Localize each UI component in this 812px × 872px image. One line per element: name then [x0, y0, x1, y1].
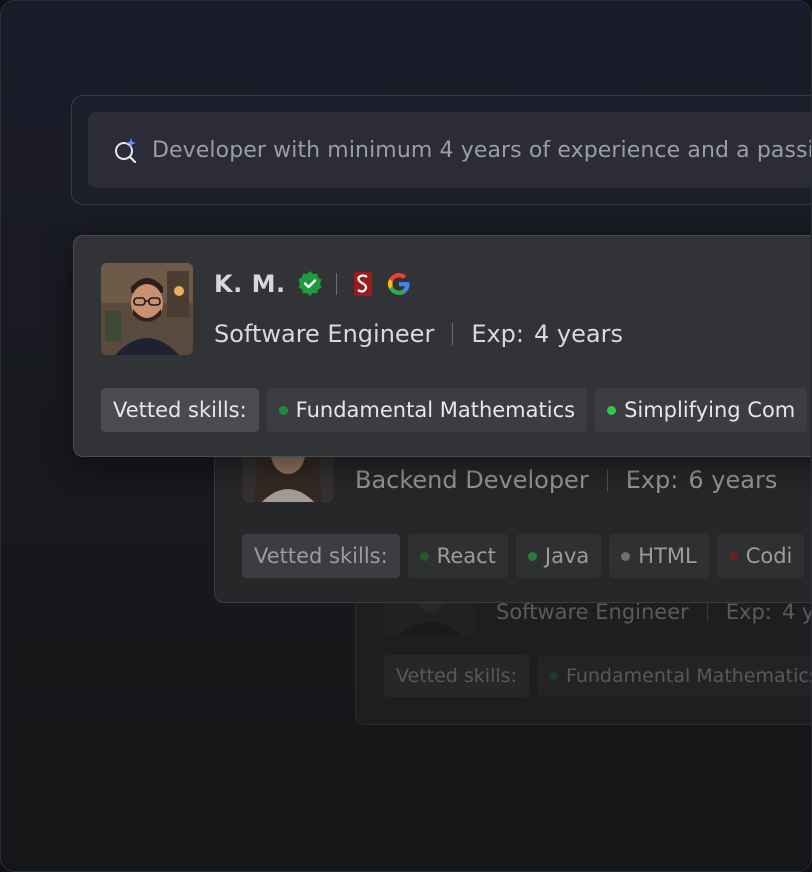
skill-status-dot — [527, 551, 537, 561]
avatar — [101, 263, 193, 355]
skill-status-dot — [278, 405, 288, 415]
verified-badge-icon — [298, 271, 322, 296]
experience-label: Exp: — [725, 600, 772, 624]
skill-chip[interactable]: Java — [515, 534, 602, 578]
experience-value: 6 years — [688, 466, 778, 494]
skill-status-dot — [548, 671, 558, 681]
divider — [606, 469, 608, 491]
vetted-skills-label: Vetted skills: — [384, 655, 529, 697]
divider — [452, 323, 454, 345]
skill-label: React — [436, 544, 496, 568]
skill-chip[interactable]: React — [407, 534, 508, 578]
skill-chip[interactable]: Simplifying Com — [595, 388, 808, 432]
skill-label: Java — [544, 544, 590, 568]
search-input[interactable]: Developer with minimum 4 years of experi… — [88, 112, 812, 188]
experience-value: 4 ye — [781, 600, 811, 624]
skill-label: Fundamental Mathematics — [295, 398, 576, 422]
skill-chip[interactable]: Codi — [716, 534, 805, 578]
skill-label: Codi — [745, 544, 793, 568]
ai-search-icon — [115, 138, 137, 164]
skill-status-dot — [621, 551, 631, 561]
app-frame: Developer with minimum 4 years of experi… — [0, 0, 812, 872]
experience-value: 4 years — [534, 320, 623, 348]
experience-label: Exp: — [471, 320, 524, 348]
candidate-card[interactable]: K. M. Software Engineer Exp: 4 years Vet… — [73, 235, 811, 457]
search-query-text: Developer with minimum 4 years of experi… — [152, 137, 812, 163]
vetted-skills-text: Vetted skills: — [396, 665, 517, 687]
role-title: Software Engineer — [214, 320, 435, 348]
google-logo-icon — [387, 273, 410, 295]
vetted-skills-text: Vetted skills: — [113, 398, 247, 422]
vetted-skills-label: Vetted skills: — [101, 388, 259, 432]
skill-chip[interactable]: Fundamental Mathematics — [536, 655, 812, 697]
skill-chip[interactable]: HTML — [609, 534, 709, 578]
vetted-skills-text: Vetted skills: — [254, 544, 388, 568]
role-title: Software Engineer — [496, 600, 689, 624]
skill-label: HTML — [638, 544, 697, 568]
role-title: Backend Developer — [355, 466, 589, 494]
vetted-skills-label: Vetted skills: — [242, 534, 400, 578]
divider — [706, 602, 708, 622]
skill-label: Simplifying Com — [624, 398, 796, 422]
skill-status-dot — [607, 405, 617, 415]
stanford-logo-icon — [353, 272, 372, 296]
skill-chip[interactable]: Fundamental Mathematics — [266, 388, 588, 432]
skill-status-dot — [419, 551, 429, 561]
candidate-name: K. M. — [214, 270, 286, 298]
experience-label: Exp: — [625, 466, 679, 494]
skill-label: Fundamental Mathematics — [565, 665, 812, 687]
divider — [335, 273, 337, 295]
skill-status-dot — [728, 551, 738, 561]
